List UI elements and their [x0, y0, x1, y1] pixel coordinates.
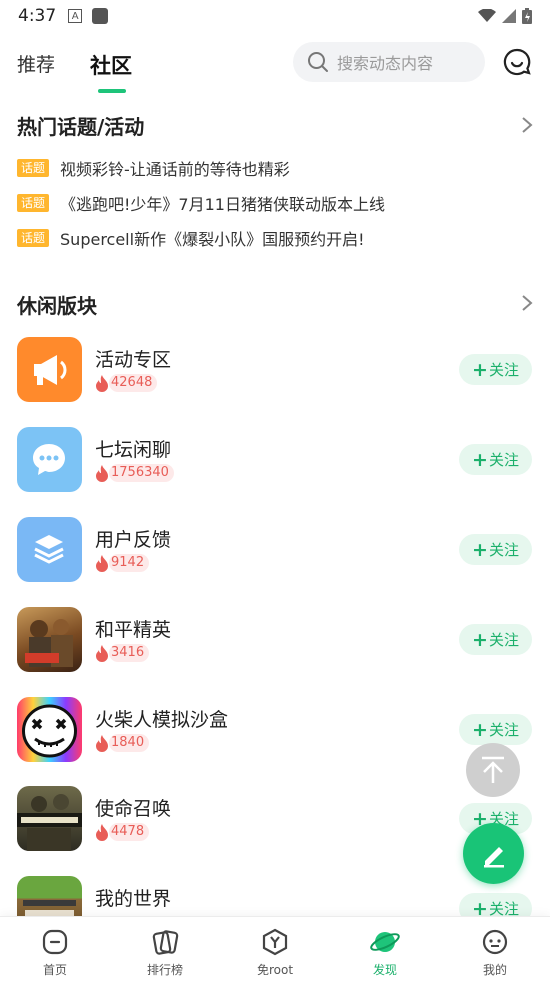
nav-noroot-label: 免root	[256, 963, 294, 977]
forum-item-feedback[interactable]: 用户反馈 9142 + 关注	[17, 517, 532, 583]
forum-item-peace-elite[interactable]: 和平精英 3416 + 关注	[17, 607, 532, 673]
message-icon[interactable]	[503, 48, 531, 76]
nav-ranking-label: 排行榜	[146, 963, 183, 977]
arrow-up-icon	[482, 756, 504, 783]
game-call-of-duty-icon	[17, 786, 82, 851]
status-time: 4:37	[18, 6, 57, 26]
heat-count: 42648	[109, 374, 158, 392]
game-peace-elite-icon	[17, 607, 82, 672]
follow-button[interactable]: + 关注	[459, 444, 532, 475]
signal-icon	[502, 9, 516, 23]
heat-count: 1840	[109, 734, 150, 752]
game-stickman-icon	[17, 697, 82, 762]
forum-item-stickman[interactable]: 火柴人模拟沙盒 1840 + 关注	[17, 697, 532, 763]
forum-name: 七坛闲聊	[95, 439, 172, 461]
heat-badge: 3416	[95, 644, 150, 662]
topic-text: 视频彩铃-让通话前的等待也精彩	[60, 160, 290, 179]
heat-count: 1756340	[109, 464, 174, 482]
forum-name: 我的世界	[95, 888, 172, 910]
leisure-section-title: 休闲版块	[17, 294, 97, 318]
tab-recommend[interactable]: 推荐	[17, 50, 55, 77]
heat-badge: 42648	[95, 374, 158, 392]
topic-item[interactable]: 话题 视频彩铃-让通话前的等待也精彩	[17, 156, 290, 180]
nav-home-label: 首页	[42, 963, 67, 977]
hot-topics-more-icon[interactable]	[520, 116, 534, 134]
fire-icon	[96, 823, 108, 841]
forum-item-call-of-duty[interactable]: 使命召唤 4478 + 关注	[17, 786, 532, 852]
topic-tag: 话题	[17, 159, 50, 177]
follow-button[interactable]: + 关注	[459, 534, 532, 565]
heat-count: 4478	[109, 823, 150, 841]
topic-item[interactable]: 话题 Supercell新作《爆裂小队》国服预约开启!	[17, 226, 365, 250]
compose-button[interactable]	[463, 823, 524, 884]
heat-badge: 9142	[95, 554, 150, 572]
forum-name: 活动专区	[95, 349, 172, 371]
search-input[interactable]: 搜索动态内容	[293, 42, 485, 82]
fire-icon	[96, 644, 108, 662]
fire-icon	[96, 554, 108, 572]
forum-name: 火柴人模拟沙盒	[95, 709, 229, 731]
top-header: 推荐 社区 搜索动态内容	[0, 40, 550, 100]
bottom-nav: 首页 排行榜 免root 发现 我的	[0, 916, 550, 982]
chat-bubble-icon	[17, 427, 82, 492]
follow-button[interactable]: + 关注	[459, 624, 532, 655]
nav-discover[interactable]: 发现	[330, 917, 440, 982]
heat-badge: 1840	[95, 734, 150, 752]
fire-icon	[96, 464, 108, 482]
profile-icon	[482, 929, 508, 955]
forum-name: 使命召唤	[95, 798, 172, 820]
status-bar: 4:37 A	[0, 0, 550, 32]
ranking-icon	[152, 930, 179, 955]
planet-icon	[370, 932, 400, 952]
fire-icon	[96, 734, 108, 752]
heat-count: 9142	[109, 554, 150, 572]
topic-text: 《逃跑吧!少年》7月11日猪猪侠联动版本上线	[60, 195, 385, 214]
topic-text: Supercell新作《爆裂小队》国服预约开启!	[60, 230, 365, 249]
heat-badge: 1756340	[95, 464, 174, 482]
search-placeholder: 搜索动态内容	[337, 54, 434, 73]
forum-name: 和平精英	[95, 619, 172, 641]
nav-profile[interactable]: 我的	[440, 917, 550, 982]
scroll-to-top-button[interactable]	[466, 743, 520, 797]
heat-count: 3416	[109, 644, 150, 662]
nav-noroot[interactable]: 免root	[220, 917, 330, 982]
leisure-more-icon[interactable]	[520, 294, 534, 312]
noroot-icon	[262, 928, 288, 956]
tab-indicator	[98, 89, 126, 93]
topic-tag: 话题	[17, 229, 50, 247]
heat-badge: 4478	[95, 823, 150, 841]
notification-a-icon: A	[68, 9, 83, 23]
notification-app-icon	[92, 8, 109, 24]
nav-home[interactable]: 首页	[0, 917, 110, 982]
wifi-icon	[478, 9, 496, 22]
topic-item[interactable]: 话题 《逃跑吧!少年》7月11日猪猪侠联动版本上线	[17, 191, 385, 215]
nav-discover-label: 发现	[372, 963, 397, 977]
follow-button[interactable]: + 关注	[459, 354, 532, 385]
battery-icon	[522, 8, 532, 24]
layers-icon	[17, 517, 82, 582]
home-icon	[42, 929, 68, 955]
pencil-icon	[483, 846, 504, 867]
hot-topics-title: 热门话题/活动	[17, 115, 145, 139]
follow-button[interactable]: + 关注	[459, 714, 532, 745]
topic-tag: 话题	[17, 194, 50, 212]
nav-ranking[interactable]: 排行榜	[110, 917, 220, 982]
nav-profile-label: 我的	[482, 963, 507, 977]
forum-item-chat[interactable]: 七坛闲聊 1756340 + 关注	[17, 427, 532, 493]
fire-icon	[96, 374, 108, 392]
forum-name: 用户反馈	[95, 529, 172, 551]
forum-item-activity[interactable]: 活动专区 42648 + 关注	[17, 337, 532, 403]
search-icon	[308, 52, 328, 72]
tab-community[interactable]: 社区	[90, 50, 132, 80]
megaphone-icon	[17, 337, 82, 402]
